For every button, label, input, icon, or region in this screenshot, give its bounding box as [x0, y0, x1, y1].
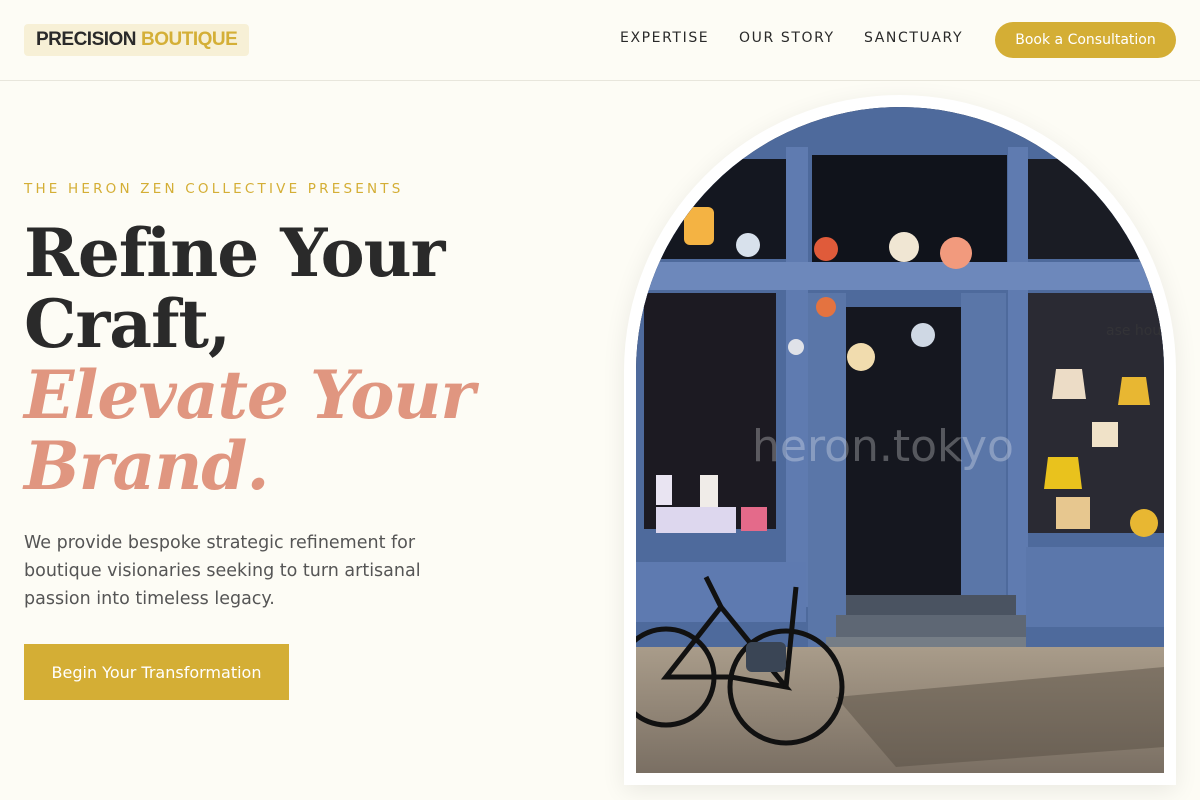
brand-logo[interactable]: PRECISION BOUTIQUE — [24, 24, 250, 56]
storefront-illustration: heron.tokyo ase hous — [636, 107, 1164, 773]
logo-text-primary: PRECISION — [36, 29, 137, 50]
headline-accent-line-1: Elevate Your — [24, 356, 475, 434]
nav-link-sanctuary[interactable]: SANCTUARY — [864, 30, 963, 46]
storefront-photo: heron.tokyo ase hous — [636, 107, 1164, 773]
headline-accent-line-2: Brand. — [24, 427, 269, 505]
begin-transformation-button[interactable]: Begin Your Transformation — [24, 644, 289, 700]
hero-description: We provide bespoke strategic refinement … — [24, 533, 421, 609]
hero-eyebrow: THE HERON ZEN COLLECTIVE PRESENTS — [24, 181, 404, 197]
site-header: PRECISION BOUTIQUE EXPERTISE OUR STORY S… — [0, 0, 1200, 81]
photo-watermark: heron.tokyo — [752, 421, 1014, 472]
nav-link-expertise[interactable]: EXPERTISE — [620, 30, 709, 46]
logo-text-accent: BOUTIQUE — [141, 29, 238, 50]
nav-link-our-story[interactable]: OUR STORY — [739, 30, 835, 46]
shop-sign-text: ase hous — [1106, 323, 1164, 339]
book-consultation-button[interactable]: Book a Consultation — [995, 22, 1176, 58]
headline-line-2: Craft, — [24, 285, 231, 363]
headline-line-1: Refine Your — [24, 214, 445, 292]
hero-headline: Refine Your Craft, Elevate Your Brand. — [24, 214, 475, 505]
